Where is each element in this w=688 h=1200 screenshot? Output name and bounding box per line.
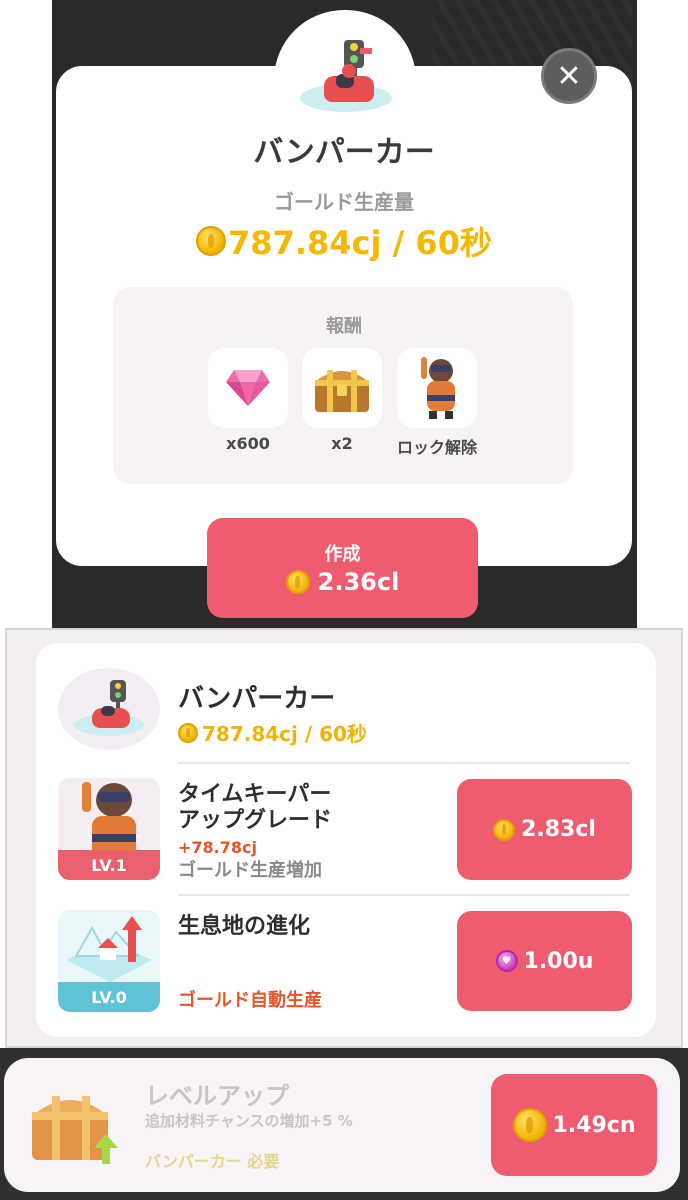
timekeeper-upgrade-button[interactable]: 2.83cl xyxy=(457,779,632,880)
modal-icon-bubble xyxy=(274,10,416,140)
gold-coin-icon xyxy=(285,570,310,594)
upgrade-title: 生息地の進化 xyxy=(178,914,311,939)
upgrade-cost[interactable]: 1.00u xyxy=(524,949,594,974)
level-up-cost[interactable]: 1.49cn xyxy=(553,1113,636,1138)
close-button[interactable]: ✕ xyxy=(541,48,597,104)
upgrade-bonus: +78.78cj xyxy=(178,838,257,857)
rewards-label: 報酬 xyxy=(326,316,362,337)
gold-rate-value: 787.84cj / 60秒 xyxy=(228,224,492,262)
timekeeper-character-icon xyxy=(82,782,136,858)
attraction-title: バンパーカー xyxy=(178,684,336,714)
level-up-description: 追加材料チャンスの増加+5 % xyxy=(145,1112,353,1130)
upgrade-cost[interactable]: 2.83cl xyxy=(521,817,596,842)
attraction-rate: 787.84cj / 60秒 xyxy=(178,718,367,747)
level-up-title: レベルアップ xyxy=(145,1082,289,1110)
reward-tile-character xyxy=(397,348,477,428)
gold-production-label: ゴールド生産量 xyxy=(274,190,414,214)
divider xyxy=(178,894,630,896)
habitat-evolution-button[interactable]: 1.00u xyxy=(457,911,632,1011)
gold-coin-icon xyxy=(493,818,516,841)
upgrade-title-line2: アップグレード xyxy=(178,808,333,833)
reward-caption-character: ロック解除 xyxy=(396,438,477,457)
upgrade-effect: ゴールド生産増加 xyxy=(178,860,322,881)
gold-coin-icon xyxy=(512,1108,547,1142)
close-icon[interactable]: ✕ xyxy=(556,59,581,94)
bumper-car-icon xyxy=(72,680,146,740)
gem-coin-icon xyxy=(495,950,518,972)
timekeeper-thumbnail: LV.1 xyxy=(58,778,160,880)
level-up-requirement: バンパーカー 必要 xyxy=(145,1152,280,1171)
attraction-rate-value: 787.84cj / 60秒 xyxy=(202,722,367,746)
gem-icon xyxy=(226,370,270,406)
habitat-thumbnail: LV.0 xyxy=(58,910,160,1012)
create-cost-value[interactable]: 2.36cl xyxy=(318,568,400,596)
gold-production-rate: 787.84cj / 60秒 xyxy=(0,218,688,264)
upgrade-effect: ゴールド自動生産 xyxy=(178,990,322,1011)
divider xyxy=(178,762,630,764)
gold-coin-icon xyxy=(196,226,227,256)
level-badge: LV.1 xyxy=(58,850,160,880)
upgrade-title: タイムキーパー アップグレード xyxy=(178,782,332,834)
upgrade-title-line1: タイムキーパー xyxy=(178,782,332,807)
timekeeper-character-icon xyxy=(421,357,455,419)
bumper-car-icon xyxy=(296,40,396,120)
create-button-label[interactable]: 作成 xyxy=(207,540,478,566)
level-up-button[interactable]: 1.49cn xyxy=(491,1074,657,1176)
create-button[interactable]: 作成 2.36cl xyxy=(207,518,478,618)
modal-title: バンパーカー xyxy=(253,135,435,170)
level-badge: LV.0 xyxy=(58,982,160,1012)
habitat-island-icon xyxy=(66,916,152,982)
attraction-icon xyxy=(58,668,160,750)
create-button-cost[interactable]: 2.36cl xyxy=(207,568,478,596)
reward-tile-gem xyxy=(208,348,288,428)
gold-coin-icon xyxy=(178,722,198,743)
reward-tile-chest xyxy=(302,348,382,428)
level-up-chest-icon xyxy=(32,1096,118,1164)
treasure-chest-icon xyxy=(315,370,369,412)
